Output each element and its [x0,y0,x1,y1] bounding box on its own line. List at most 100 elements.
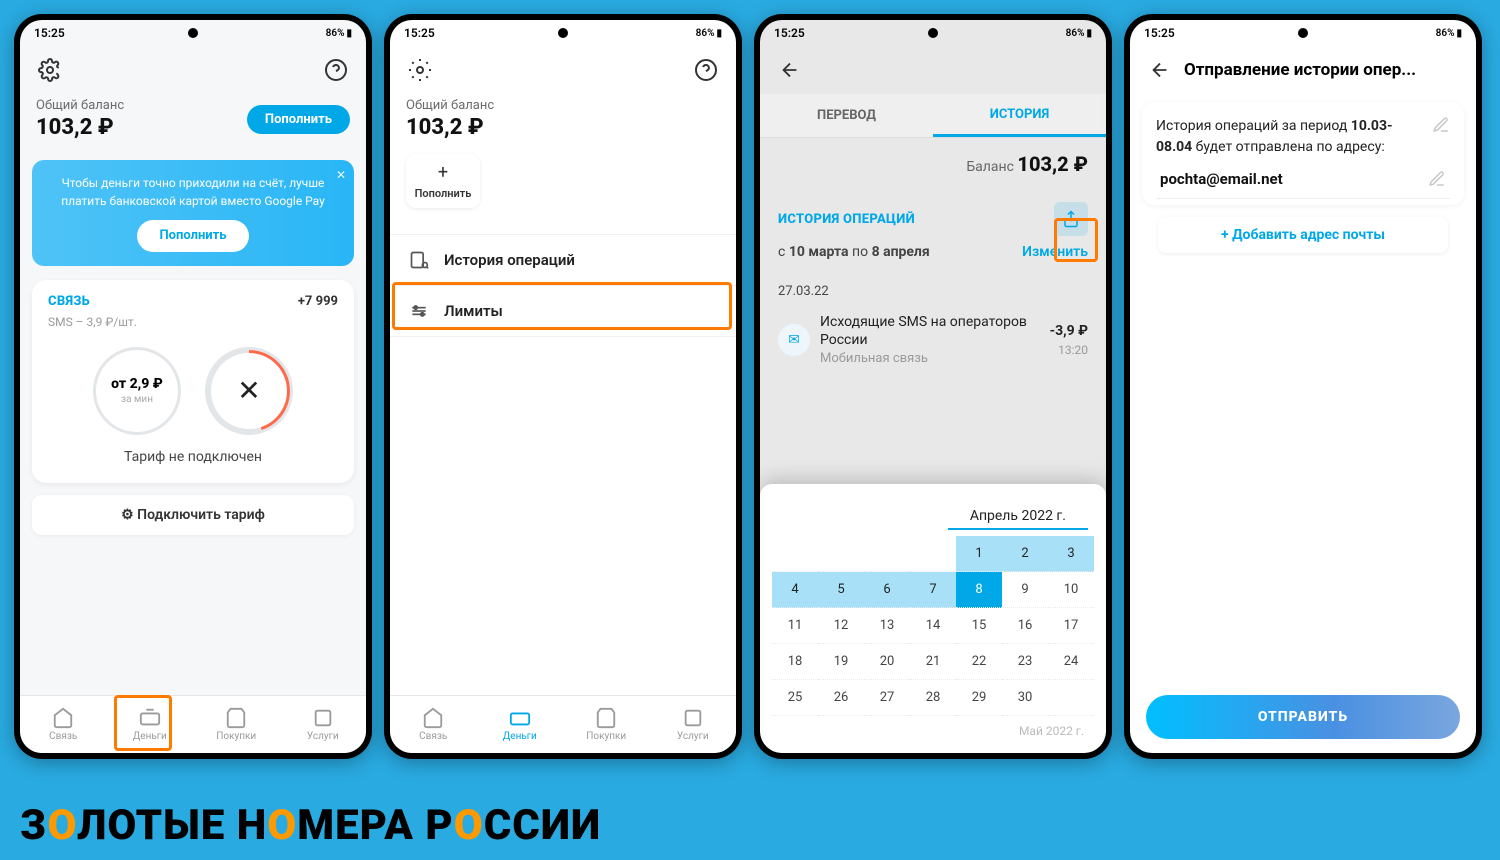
phone-frame-3: 15:25 86% ▮ ПЕРЕВОД ИСТОРИЯ Баланс 103,2… [754,14,1112,759]
calendar-day[interactable]: 3 [1048,536,1094,572]
calendar-day[interactable]: 29 [956,680,1002,716]
calendar-day[interactable]: 19 [818,644,864,680]
bottom-nav: Связь Деньги Покупки Услуги [390,695,736,753]
calendar-day[interactable]: 7 [910,572,956,608]
calendar-day[interactable]: 22 [956,644,1002,680]
promo-topup-button[interactable]: Пополнить [137,220,248,252]
edit-email-icon[interactable] [1428,170,1446,188]
settings-icon[interactable] [406,56,434,84]
calendar-day[interactable]: 4 [772,572,818,608]
date-picker-sheet: Апрель 2022 г. 1234567891011121314151617… [760,484,1106,753]
sms-price: SMS – 3,9 ₽/шт. [48,315,338,329]
topup-card[interactable]: + Пополнить [406,154,480,208]
calendar-day[interactable]: 24 [1048,644,1094,680]
calendar-day[interactable] [772,536,818,572]
phone-frame-1: 15:25 86% ▮ Общий баланс 103,2 ₽ Пополни… [14,14,372,759]
menu-history[interactable]: История операций [390,234,736,286]
calendar-day[interactable]: 8 [956,572,1002,608]
promo-close-icon[interactable]: ✕ [336,166,346,184]
front-camera [1298,28,1308,38]
balance-value: 103,2 ₽ [406,115,720,140]
calendar-day[interactable]: 1 [956,536,1002,572]
calendar-day[interactable]: 28 [910,680,956,716]
share-button[interactable] [1054,202,1088,236]
nav-shopping[interactable]: Покупки [193,696,280,753]
phone-frame-2: 15:25 86% ▮ Общий баланс 103,2 ₽ + Попол… [384,14,742,759]
nav-shopping[interactable]: Покупки [563,696,650,753]
calendar-day[interactable]: 26 [818,680,864,716]
limits-icon [408,300,430,322]
calendar-grid[interactable]: 1234567891011121314151617181920212223242… [760,530,1106,722]
menu-limits[interactable]: Лимиты [390,286,736,337]
calendar-day[interactable]: 25 [772,680,818,716]
calendar-day[interactable]: 11 [772,608,818,644]
tab-transfer[interactable]: ПЕРЕВОД [760,94,933,137]
operation-row[interactable]: ✉ Исходящие SMS на операторов РоссииМоби… [760,305,1106,374]
help-icon[interactable] [692,56,720,84]
settings-icon[interactable] [36,56,64,84]
close-circle[interactable]: ✕ [205,347,293,435]
nav-services[interactable]: Услуги [650,696,737,753]
front-camera [558,28,568,38]
bottom-nav: Связь Деньги Покупки Услуги [20,695,366,753]
history-date: 27.03.22 [760,272,1106,305]
info-card: История операций за период 10.03-08.04 б… [1142,102,1464,205]
status-battery: 86% [326,28,345,39]
calendar-day[interactable]: 13 [864,608,910,644]
calendar-day[interactable]: 18 [772,644,818,680]
plus-icon: + [414,162,472,183]
balance-value: 103,2 ₽ [36,115,124,140]
calendar-day[interactable] [818,536,864,572]
nav-services[interactable]: Услуги [280,696,367,753]
email-value: pochta@email.net [1160,170,1283,188]
calendar-day[interactable]: 2 [1002,536,1048,572]
nav-money[interactable]: Деньги [477,696,564,753]
back-icon[interactable] [776,56,804,84]
calendar-day[interactable]: 23 [1002,644,1048,680]
page-title: Отправление истории опер... [1184,60,1460,80]
ops-title: ИСТОРИЯ ОПЕРАЦИЙ [778,212,915,227]
calendar-day[interactable]: 20 [864,644,910,680]
close-icon: ✕ [237,374,260,407]
phone-number: +7 999 [298,294,338,309]
nav-connection[interactable]: Связь [390,696,477,753]
calendar-day[interactable]: 12 [818,608,864,644]
topup-button[interactable]: Пополнить [247,105,350,134]
edit-period-icon[interactable] [1432,116,1450,134]
nav-money[interactable]: Деньги [107,696,194,753]
calendar-day[interactable]: 15 [956,608,1002,644]
calendar-month[interactable]: Апрель 2022 г. [948,502,1088,530]
calendar-day[interactable]: 16 [1002,608,1048,644]
send-button[interactable]: ОТПРАВИТЬ [1146,695,1460,739]
front-camera [928,28,938,38]
tab-history[interactable]: ИСТОРИЯ [933,94,1106,137]
calendar-day[interactable]: 30 [1002,680,1048,716]
help-icon[interactable] [322,56,350,84]
add-email-button[interactable]: + Добавить адрес почты [1158,217,1448,253]
calendar-day[interactable]: 17 [1048,608,1094,644]
calendar-day[interactable]: 10 [1048,572,1094,608]
calendar-day[interactable]: 21 [910,644,956,680]
back-icon[interactable] [1146,56,1174,84]
price-circle: от 2,9 ₽за мин [93,347,181,435]
calendar-day[interactable] [910,536,956,572]
calendar-day[interactable]: 14 [910,608,956,644]
nav-connection[interactable]: Связь [20,696,107,753]
calendar-day[interactable]: 27 [864,680,910,716]
phone-frame-4: 15:25 86% ▮ Отправление истории опер... … [1124,14,1482,759]
calendar-day[interactable]: 6 [864,572,910,608]
calendar-day[interactable]: 9 [1002,572,1048,608]
connect-tariff-button[interactable]: ⚙ Подключить тариф [32,495,354,535]
promo-banner: Чтобы деньги точно приходили на счёт, лу… [32,160,354,266]
tariff-status: Тариф не подключен [48,449,338,465]
watermark: ЗОЛОТЫЕ НОМЕРА РОССИИ [20,801,601,850]
calendar-day[interactable]: 5 [818,572,864,608]
promo-text: Чтобы деньги точно приходили на счёт, лу… [61,176,325,208]
calendar-day[interactable] [864,536,910,572]
balance-strip: Баланс 103,2 ₽ [760,138,1106,190]
next-month-hint: Май 2022 г. [760,722,1106,740]
sms-icon: ✉ [778,324,810,356]
change-range-link[interactable]: Изменить [1022,244,1088,260]
history-icon [408,249,430,271]
calendar-day[interactable] [1048,680,1094,716]
